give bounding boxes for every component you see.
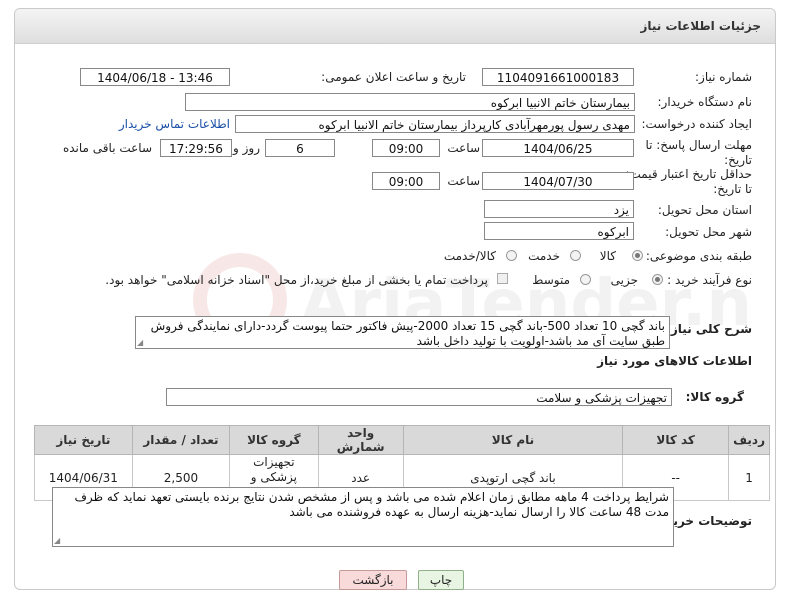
category-label: طبقه بندی موضوعی:	[645, 249, 752, 263]
remaining-time-label: ساعت باقی مانده	[62, 141, 152, 155]
price-validity-time-label: ساعت	[447, 174, 480, 188]
remaining-days-field: 6	[265, 139, 335, 157]
reply-time-field: 09:00	[372, 139, 440, 157]
resize-grip-icon[interactable]: ◢	[54, 537, 62, 545]
col-row: ردیف	[728, 425, 770, 455]
summary-label: شرح کلی نیاز:	[666, 322, 752, 336]
category-goods-service-label: کالا/خدمت	[443, 249, 496, 263]
creator-label: ایجاد کننده درخواست:	[641, 117, 752, 131]
announce-label: تاریخ و ساعت اعلان عمومی:	[321, 70, 466, 84]
category-service-radio[interactable]	[570, 250, 581, 261]
category-goods-label: کالا	[599, 249, 616, 263]
need-number-field: 1104091661000183	[482, 68, 634, 86]
col-need-date: تاریخ نیاز	[34, 425, 133, 455]
reply-deadline-label: مهلت ارسال پاسخ: تا تاریخ:	[645, 138, 752, 167]
process-medium-radio[interactable]	[580, 274, 591, 285]
price-validity-time-field: 09:00	[372, 172, 440, 190]
reply-date-field: 1404/06/25	[482, 139, 634, 157]
cell-row: 1	[728, 454, 770, 501]
goods-group-field: تجهیزات پزشکی و سلامت	[166, 388, 672, 406]
announce-field: 1404/06/18 - 13:46	[80, 68, 230, 86]
summary-textarea: باند گچی 10 تعداد 500-باند گچی 15 تعداد …	[135, 316, 670, 349]
reply-time-label: ساعت	[447, 141, 480, 155]
days-label: روز و	[233, 141, 260, 155]
goods-table-header: ردیف کد کالا نام کالا واحد شمارش گروه کا…	[34, 425, 770, 455]
buyer-label: نام دستگاه خریدار:	[657, 95, 753, 109]
process-medium-label: متوسط	[532, 273, 570, 287]
process-partial-radio[interactable]	[652, 274, 663, 285]
process-partial-label: جزیی	[610, 273, 638, 287]
need-number-label: شماره نیاز:	[695, 70, 752, 84]
treasury-payment-checkbox[interactable]	[497, 273, 508, 284]
process-label: نوع فرآیند خرید :	[667, 273, 752, 287]
buyer-notes-textarea: شرایط پرداخت 4 ماهه مطابق زمان اعلام شده…	[52, 487, 674, 547]
panel-header: جزئیات اطلاعات نیاز	[15, 9, 775, 44]
price-validity-date-field: 1404/07/30	[482, 172, 634, 190]
resize-grip-icon[interactable]: ◢	[137, 339, 145, 347]
goods-section-title: اطلاعات کالاهای مورد نیاز	[597, 354, 752, 368]
category-goods-service-radio[interactable]	[506, 250, 517, 261]
price-validity-label: حداقل تاریخ اعتبار قیمت: تا تاریخ:	[625, 167, 752, 196]
buyer-field: بیمارستان خاتم الانبیا ابرکوه	[185, 93, 635, 111]
panel-title: جزئیات اطلاعات نیاز	[640, 19, 761, 33]
treasury-payment-note: پرداخت تمام یا بخشی از مبلغ خرید،از محل …	[105, 273, 488, 287]
goods-group-label: گروه کالا:	[685, 390, 744, 404]
buyer-contact-link[interactable]: اطلاعات تماس خریدار	[119, 117, 230, 131]
city-field: ابرکوه	[484, 222, 634, 240]
col-group: گروه کالا	[229, 425, 319, 455]
col-quantity: تعداد / مقدار	[131, 425, 231, 455]
category-service-label: خدمت	[528, 249, 560, 263]
print-button[interactable]: چاپ	[418, 570, 464, 590]
province-field: یزد	[484, 200, 634, 218]
col-unit: واحد شمارش	[317, 425, 404, 455]
creator-field: مهدی رسول پورمهرآبادی کارپرداز بیمارستان…	[235, 115, 635, 133]
category-goods-radio[interactable]	[632, 250, 643, 261]
province-label: استان محل تحویل:	[657, 203, 752, 217]
city-label: شهر محل تحویل:	[665, 225, 752, 239]
col-name: نام کالا	[402, 425, 624, 455]
back-button[interactable]: بازگشت	[339, 570, 407, 590]
col-code: کد کالا	[622, 425, 730, 455]
remaining-time-field: 17:29:56	[160, 139, 232, 157]
